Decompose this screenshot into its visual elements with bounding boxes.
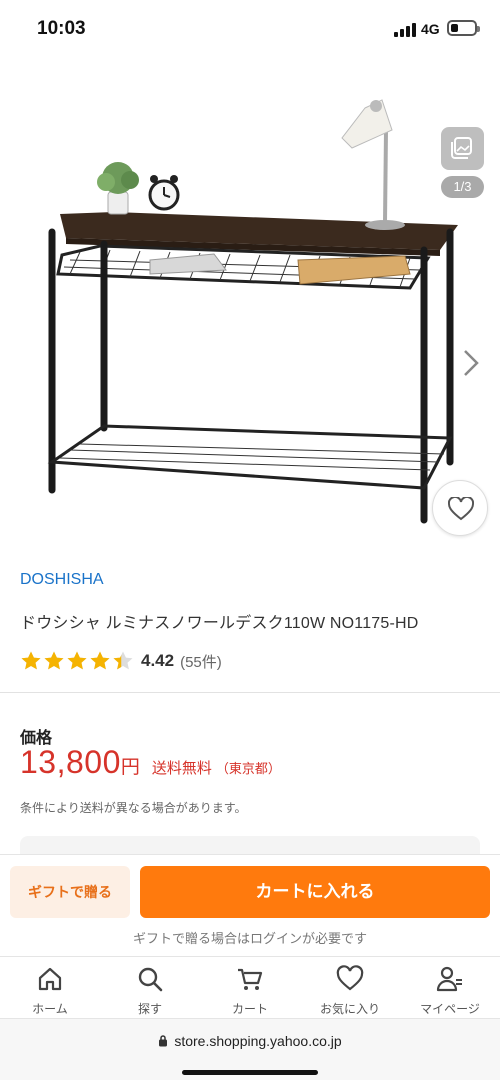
home-icon [38, 967, 62, 991]
brand-link[interactable]: DOSHISHA [20, 571, 104, 589]
heart-icon [336, 965, 364, 991]
tab-mypage[interactable]: マイページ [400, 957, 500, 1019]
tab-label: マイページ [420, 1002, 480, 1016]
star-icon [67, 651, 87, 670]
chevron-right-icon[interactable] [460, 347, 482, 379]
lock-icon [159, 1035, 168, 1047]
battery-icon [447, 20, 480, 36]
tab-bar: ホーム 探す カート お気に入り マイページ [0, 956, 500, 1018]
url-text: store.shopping.yahoo.co.jp [174, 1033, 342, 1049]
battery-level [451, 24, 458, 32]
tab-cart[interactable]: カート [200, 957, 300, 1019]
gallery-counter: 1/3 [441, 176, 484, 198]
signal-icon [394, 23, 416, 37]
home-indicator[interactable] [182, 1070, 318, 1075]
user-icon [436, 966, 462, 992]
network-label: 4G [421, 21, 440, 37]
product-image-gallery[interactable]: 1/3 [0, 60, 500, 550]
tab-label: ホーム [32, 1002, 68, 1016]
login-note: ギフトで贈る場合はログインが必要です [132, 931, 367, 946]
star-icon [113, 651, 133, 670]
star-rating [20, 650, 135, 672]
star-icon [90, 651, 110, 670]
tab-label: お気に入り [319, 1002, 380, 1016]
review-count[interactable]: (55件) [180, 651, 222, 672]
star-icon [44, 651, 64, 670]
price-value: 13,800 [20, 744, 121, 780]
tab-search[interactable]: 探す [100, 957, 200, 1019]
gallery-icon[interactable] [441, 127, 484, 170]
product-image [47, 99, 458, 524]
status-bar: 10:03 4G [0, 0, 500, 60]
tab-home[interactable]: ホーム [0, 957, 100, 1019]
tab-label: カート [231, 1002, 268, 1016]
status-time: 10:03 [37, 18, 86, 39]
shipping-label: 送料無料 [151, 760, 212, 777]
tab-label: 探す [137, 1002, 162, 1016]
gift-button[interactable]: ギフトで贈る [10, 866, 130, 918]
action-bar: ギフトで贈る カートに入れる ギフトで贈る場合はログインが必要です [0, 854, 500, 954]
cart-icon [238, 968, 263, 990]
rating-row[interactable]: 4.42 (55件) [20, 649, 222, 673]
rating-value: 4.42 [141, 651, 175, 670]
tab-favorites[interactable]: お気に入り [300, 957, 400, 1019]
add-to-cart-button[interactable]: カートに入れる [140, 866, 490, 918]
browser-url-bar[interactable]: store.shopping.yahoo.co.jp [0, 1018, 500, 1080]
url-display[interactable]: store.shopping.yahoo.co.jp [0, 1033, 500, 1049]
heart-icon [448, 497, 474, 521]
star-icon [21, 651, 41, 670]
divider [0, 692, 500, 693]
shipping-note: 条件により送料が異なる場合があります。 [20, 801, 247, 815]
product-title: ドウシシャ ルミナスノワールデスク110W NO1175-HD [20, 615, 419, 632]
price-unit: 円 [120, 757, 140, 778]
search-icon [138, 967, 163, 992]
favorite-button[interactable] [432, 480, 488, 536]
price-row: 13,800 円 送料無料 （東京都） [20, 744, 281, 781]
shipping-origin: （東京都） [215, 761, 281, 776]
